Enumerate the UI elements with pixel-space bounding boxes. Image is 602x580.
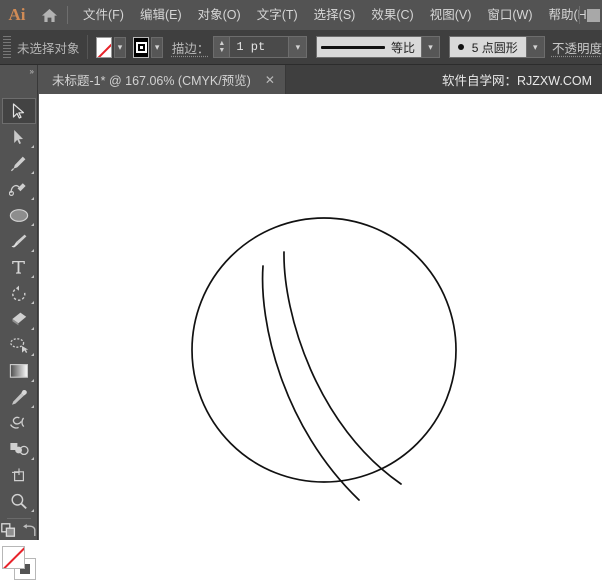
tool-flyout-indicator xyxy=(30,457,34,460)
tool-flyout-indicator xyxy=(30,353,34,356)
selection-tool[interactable] xyxy=(1,98,36,124)
fill-dropdown-chevron-down-icon[interactable]: ▾ xyxy=(113,36,127,58)
selection-status-label: 未选择对象 xyxy=(16,41,80,56)
brush-definition-preview[interactable]: 5 点圆形 xyxy=(449,37,526,57)
shape-builder-tool[interactable] xyxy=(2,436,36,462)
control-divider-1 xyxy=(87,35,89,59)
watermark-text: 软件自学网：RJZXW.COM xyxy=(442,74,592,88)
tool-flyout-indicator xyxy=(30,327,34,330)
tool-flyout-indicator xyxy=(30,223,34,226)
artwork-inner-arc xyxy=(261,265,360,501)
menu-item-select[interactable]: 选择(S) xyxy=(306,0,364,30)
fill-stroke-controls-row xyxy=(0,523,37,543)
menu-item-window[interactable]: 窗口(W) xyxy=(479,0,540,30)
fill-color-swatch[interactable] xyxy=(96,36,112,58)
stroke-dropdown-chevron-down-icon[interactable]: ▾ xyxy=(151,36,164,58)
type-tool[interactable] xyxy=(2,254,36,280)
ellipse-tool[interactable] xyxy=(2,202,36,228)
home-icon[interactable] xyxy=(34,0,64,30)
stroke-profile-chevron-down-icon[interactable]: ▾ xyxy=(421,37,440,57)
zoom-tool[interactable] xyxy=(2,488,36,514)
menu-item-edit[interactable]: 编辑(E) xyxy=(132,0,190,30)
stroke-weight-stepper-icon[interactable]: ▲ ▼ xyxy=(214,37,231,57)
menu-bar: Ai 文件(F) 编辑(E) 对象(O) 文字(T) 选择(S) 效果(C) 视… xyxy=(0,0,602,30)
brush-definition-chevron-down-icon[interactable]: ▾ xyxy=(525,37,544,57)
menu-item-type[interactable]: 文字(T) xyxy=(249,0,306,30)
illustrator-window: Ai 文件(F) 编辑(E) 对象(O) 文字(T) 选择(S) 效果(C) 视… xyxy=(0,0,602,580)
menu-right-divider xyxy=(579,6,580,24)
stroke-color-swatch[interactable] xyxy=(133,36,150,58)
artboard-canvas[interactable] xyxy=(39,94,602,540)
stroke-profile-label: 等比 xyxy=(391,40,416,55)
rotate-tool[interactable] xyxy=(2,280,36,306)
stroke-weight-chevron-down-icon[interactable]: ▾ xyxy=(288,37,306,57)
menu-item-view[interactable]: 视图(V) xyxy=(422,0,480,30)
document-tab-bar: » 未标题-1* @ 167.06% (CMYK/预览) ✕ 软件自学网：RJZ… xyxy=(0,65,602,94)
artwork-outer-arc xyxy=(283,251,402,485)
menu-item-file[interactable]: 文件(F) xyxy=(75,0,132,30)
eraser-tool[interactable] xyxy=(2,306,36,332)
tool-flyout-indicator xyxy=(30,379,34,382)
tool-flyout-indicator xyxy=(30,171,34,174)
ai-logo: Ai xyxy=(8,5,26,24)
direct-selection-tool[interactable] xyxy=(2,124,36,150)
toolbar-divider xyxy=(6,518,31,519)
document-icon[interactable] xyxy=(587,9,600,22)
menu-divider xyxy=(67,6,68,24)
lasso-tool[interactable] xyxy=(2,332,36,358)
menu-item-object[interactable]: 对象(O) xyxy=(190,0,249,30)
document-tab-title: 未标题-1* @ 167.06% (CMYK/预览) xyxy=(52,74,251,88)
fill-indicator-swatch[interactable] xyxy=(1,546,25,569)
swap-squares-icon[interactable] xyxy=(0,523,17,543)
fill-stroke-indicator xyxy=(1,546,36,580)
opacity-label: 不透明度 xyxy=(551,41,602,56)
pen-tool[interactable] xyxy=(2,150,36,176)
tool-flyout-indicator xyxy=(30,301,34,304)
curvature-tool[interactable] xyxy=(2,176,36,202)
control-bar-grip[interactable] xyxy=(3,36,11,58)
artwork-circle-with-two-arcs[interactable] xyxy=(39,94,602,540)
artboard-tool[interactable] xyxy=(2,462,36,488)
brush-definition-field[interactable]: 5 点圆形 ▾ xyxy=(448,36,545,58)
stroke-profile-field[interactable]: 等比 ▾ xyxy=(316,36,441,58)
menu-items: 文件(F) 编辑(E) 对象(O) 文字(T) 选择(S) 效果(C) 视图(V… xyxy=(75,0,599,30)
brush-definition-label: 5 点圆形 xyxy=(471,40,518,55)
tool-flyout-indicator xyxy=(30,509,34,512)
paintbrush-tool[interactable] xyxy=(2,228,36,254)
stroke-profile-preview[interactable]: 等比 xyxy=(317,37,422,57)
tool-flyout-indicator xyxy=(30,249,34,252)
stroke-weight-value[interactable]: 1 pt xyxy=(230,37,289,57)
stroke-profile-line-icon xyxy=(321,45,386,49)
stroke-weight-label: 描边： xyxy=(171,41,210,56)
tool-flyout-indicator xyxy=(30,405,34,408)
blend-tool[interactable] xyxy=(2,410,36,436)
menu-item-effect[interactable]: 效果(C) xyxy=(363,0,421,30)
eyedropper-tool[interactable] xyxy=(2,384,36,410)
tool-flyout-indicator xyxy=(30,197,34,200)
tool-flyout-indicator xyxy=(30,145,34,148)
tools-panel xyxy=(0,94,38,580)
control-bar: 未选择对象 ▾ ▾ 描边： ▲ ▼ 1 pt ▾ 等比 ▾ 5 点圆形 ▾ 不透… xyxy=(0,30,602,65)
brush-dot-icon xyxy=(457,44,464,50)
tool-flyout-indicator xyxy=(30,275,34,278)
chevron-double-right-icon[interactable]: » xyxy=(0,65,38,94)
close-icon[interactable]: ✕ xyxy=(265,74,275,86)
artwork-circle xyxy=(191,217,457,483)
gradient-tool[interactable] xyxy=(2,358,36,384)
stroke-weight-field[interactable]: ▲ ▼ 1 pt ▾ xyxy=(213,36,308,58)
document-tab[interactable]: 未标题-1* @ 167.06% (CMYK/预览) ✕ xyxy=(38,65,286,94)
